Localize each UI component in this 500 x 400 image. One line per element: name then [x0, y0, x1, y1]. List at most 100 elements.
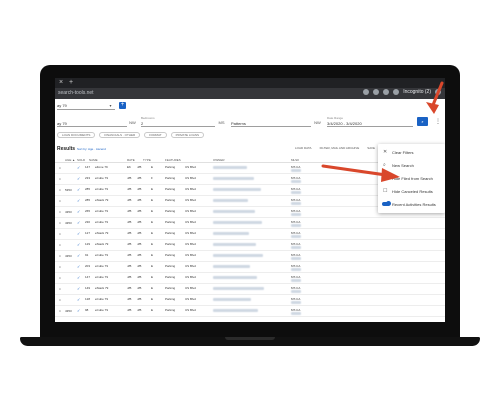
type-cell: J/B	[137, 187, 142, 191]
load-data-button[interactable]: LOAD DATA	[295, 146, 312, 150]
sidepanel-icon[interactable]	[383, 89, 390, 95]
name-cell: eCube 79	[95, 308, 109, 312]
col-type[interactable]: TYPE	[143, 158, 151, 162]
unit-toggle-2[interactable]: MS	[218, 119, 225, 126]
new-tab-icon[interactable]: +	[69, 79, 73, 87]
url-text[interactable]: search-tools.net	[58, 90, 94, 96]
add-button[interactable]: +	[119, 102, 126, 109]
code-cell: E	[151, 209, 154, 213]
sold-cell: ✓	[77, 231, 81, 236]
bedrooms-field[interactable]: Bedrooms 2	[141, 116, 215, 127]
count-cell: 98	[85, 308, 89, 312]
menu-item-clear-filters[interactable]: ✕ Clear Filters	[378, 146, 445, 159]
row-checkbox[interactable]: □	[59, 265, 61, 269]
unit-toggle-1[interactable]: NW	[129, 119, 136, 126]
row-checkbox[interactable]: □	[59, 298, 61, 302]
rate-cell: J/B	[127, 198, 132, 202]
filter-archive-button[interactable]: FILTER, MAIL AND ARCHIVE	[320, 146, 360, 150]
row-checkbox[interactable]: □	[59, 177, 61, 181]
menu-item-label: Recent Activities Results	[392, 202, 436, 207]
col-sold[interactable]: SOLD	[77, 158, 85, 162]
table-row[interactable]: □ ✓ 129 eStack 79 J/B J/B E Parking US Blvd MT-CA	[55, 240, 445, 251]
extension-icon[interactable]	[363, 89, 370, 95]
owner-redacted	[213, 254, 263, 257]
table-row[interactable]: □ 4353 ✓ 98 eCube 79 J/B J/B E Parking US Blvd MT-…	[55, 306, 445, 317]
street-cell: US Blvd	[185, 231, 196, 235]
date-range-field[interactable]: Date Range 3/4/2020 - 3/4/2020	[327, 116, 413, 127]
rate-cell: J/B	[127, 253, 132, 257]
street-cell: US Blvd	[185, 165, 196, 169]
col-mls[interactable]: MLS#	[291, 158, 299, 162]
mls-redacted	[291, 213, 301, 216]
chip-private-loans[interactable]: PRIVATE LOANS	[170, 132, 205, 138]
menu-item-recent-activities[interactable]: Recent Activities Results	[378, 198, 445, 211]
row-checkbox[interactable]: □	[59, 254, 61, 258]
col-owner[interactable]: OWNER	[213, 158, 225, 162]
rate-cell: J/B	[127, 209, 132, 213]
screen: × + search-tools.net Incognito (2) ay 79…	[55, 78, 445, 322]
age-cell: 4353	[65, 221, 72, 225]
col-age[interactable]: AGE ▲	[65, 158, 75, 162]
table-row[interactable]: □ ✓ 127 eStack 79 J/B J/B E Parking US Blvd MT-CA	[55, 229, 445, 240]
count-cell: 265	[85, 209, 91, 213]
location-field[interactable]: ay 79	[57, 118, 127, 127]
address-bar[interactable]: search-tools.net Incognito (2)	[55, 88, 445, 99]
table-row[interactable]: □ ✓ 149 eStack 79 J/B J/B E Parking US Blvd MT-CA	[55, 284, 445, 295]
rate-cell: J/B	[127, 308, 132, 312]
features-cell: Parking	[165, 275, 176, 279]
dropdown-icon[interactable]: ▾	[107, 102, 114, 109]
rate-cell: J/B	[127, 176, 132, 180]
table-row[interactable]: □ 4353 ✓ 91 eCube 79 J/B J/B E Parking US Blvd MT-…	[55, 251, 445, 262]
results-actions: LOAD DATA FILTER, MAIL AND ARCHIVE SAVE	[295, 146, 375, 150]
browser-tabbar: × +	[55, 78, 445, 88]
features-cell: Parking	[165, 286, 176, 290]
count-cell: 149	[85, 286, 91, 290]
street-cell: US Blvd	[185, 275, 196, 279]
more-options-icon[interactable]: ⋮	[435, 118, 441, 125]
tab-close-icon[interactable]: ×	[59, 79, 63, 87]
row-checkbox[interactable]: □	[59, 210, 61, 214]
mls-redacted	[291, 224, 301, 227]
col-features[interactable]: FEATURES	[165, 158, 181, 162]
chip-format[interactable]: FORMAT	[144, 132, 167, 138]
unit-toggle-3[interactable]: NW	[314, 119, 321, 126]
features-cell: Parking	[165, 209, 176, 213]
search-submit-button[interactable]: ⌕	[417, 117, 428, 126]
col-name[interactable]: NAME	[89, 158, 98, 162]
row-checkbox[interactable]: □	[59, 232, 61, 236]
street-cell: US Blvd	[185, 209, 196, 213]
pattern-field[interactable]: Patterns	[231, 118, 311, 127]
table-row[interactable]: □ ✓ 203 eCube 79 J/B J/B E Parking US Blvd MT-CA	[55, 262, 445, 273]
bookmark-icon[interactable]	[373, 89, 380, 95]
chip-financials[interactable]: FINANCIALS · OTHER	[99, 132, 141, 138]
row-checkbox[interactable]: □	[59, 287, 61, 291]
row-checkbox[interactable]: □	[59, 199, 61, 203]
mls-redacted	[291, 279, 301, 282]
table-row[interactable]: □ ✓ 128 eCube 79 J/B J/B E Parking US Blvd MT-CA	[55, 295, 445, 306]
features-cell: Parking	[165, 308, 176, 312]
name-cell: eStack 79	[95, 231, 109, 235]
name-cell: eCube 79	[95, 253, 109, 257]
col-rate[interactable]: RATE	[127, 158, 135, 162]
chip-loan-documents[interactable]: LOAN DOCUMENTS	[57, 132, 96, 138]
save-results-button[interactable]: SAVE	[367, 146, 375, 150]
row-checkbox[interactable]: □	[59, 221, 61, 225]
sold-cell: ✓	[77, 165, 81, 170]
results-sort[interactable]: Sort by: Age · Ascend	[77, 147, 106, 151]
row-checkbox[interactable]: □	[59, 276, 61, 280]
table-row[interactable]: □ ✓ 147 eCube 79 J/B J/B E Parking US Blvd MT-CA	[55, 273, 445, 284]
toggle-icon[interactable]	[382, 201, 391, 206]
table-row[interactable]: □ 4353 ✓ 230 eCube 79 J/B J/B E Parking US Blvd MT…	[55, 218, 445, 229]
street-cell: US Blvd	[185, 176, 196, 180]
type-cell: J/B	[137, 242, 142, 246]
sold-cell: ✓	[77, 198, 81, 203]
date-range-value: 3/4/2020 - 3/4/2020	[327, 121, 362, 126]
row-checkbox[interactable]: □	[59, 188, 61, 192]
row-checkbox[interactable]: □	[59, 309, 61, 313]
count-cell: 230	[85, 220, 91, 224]
row-checkbox[interactable]: □	[59, 243, 61, 247]
bedrooms-label: Bedrooms	[141, 116, 155, 120]
row-checkbox[interactable]: □	[59, 166, 61, 170]
sold-cell: ✓	[77, 187, 81, 192]
mls-redacted	[291, 312, 301, 315]
